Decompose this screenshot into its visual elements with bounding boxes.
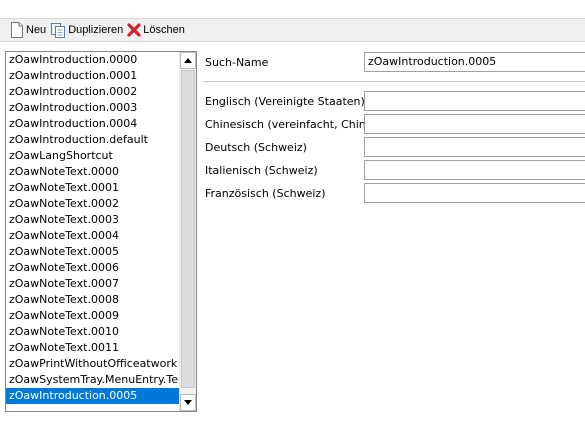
list-item[interactable]: zOawPrintWithoutOfficeatwork	[6, 356, 180, 372]
entry-listbox[interactable]: zOawIntroduction.0000 zOawIntroduction.00…	[5, 51, 197, 412]
vertical-scrollbar[interactable]	[179, 52, 196, 411]
list-item[interactable]: zOawNoteText.0011	[6, 340, 180, 356]
triangle-up-icon	[184, 58, 192, 63]
list-item[interactable]: zOawIntroduction.default	[6, 132, 180, 148]
list-item[interactable]: zOawNoteText.0005	[6, 244, 180, 260]
toolbar: Neu Duplizieren Löschen	[0, 18, 585, 42]
new-document-icon	[11, 22, 23, 38]
language-label-de-ch: Deutsch (Schweiz)	[205, 141, 307, 154]
list-item[interactable]: zOawIntroduction.0000	[6, 52, 180, 68]
duplicate-button-label: Duplizieren	[68, 24, 124, 36]
language-label-it-ch: Italienisch (Schweiz)	[205, 164, 318, 177]
list-item[interactable]: zOawNoteText.0004	[6, 228, 180, 244]
delete-button-label: Löschen	[143, 24, 185, 36]
list-item[interactable]: zOawIntroduction.0003	[6, 100, 180, 116]
search-name-label: Such-Name	[205, 56, 269, 69]
list-item[interactable]: zOawIntroduction.0004	[6, 116, 180, 132]
list-item[interactable]: zOawNoteText.0010	[6, 324, 180, 340]
scrollbar-thumb[interactable]	[181, 70, 195, 388]
language-field-en-us[interactable]	[364, 91, 585, 111]
delete-x-icon	[127, 23, 141, 37]
list-item[interactable]: zOawLangShortcut	[6, 148, 180, 164]
language-field-it-ch[interactable]	[364, 160, 585, 180]
language-field-fr-ch[interactable]	[364, 183, 585, 203]
list-item[interactable]: zOawNoteText.0006	[6, 260, 180, 276]
list-item[interactable]: zOawNoteText.0001	[6, 180, 180, 196]
list-item[interactable]: zOawNoteText.0002	[6, 196, 180, 212]
divider	[203, 81, 585, 82]
scroll-down-button[interactable]	[180, 394, 196, 411]
language-field-zh-cn[interactable]	[364, 114, 585, 134]
list-item[interactable]: zOawNoteText.0007	[6, 276, 180, 292]
delete-button[interactable]: Löschen	[127, 20, 185, 40]
scroll-up-button[interactable]	[180, 52, 196, 69]
entry-list: zOawIntroduction.0000 zOawIntroduction.00…	[6, 52, 180, 404]
language-label-zh-cn: Chinesisch (vereinfacht, China)	[205, 118, 377, 131]
list-item-selected[interactable]: zOawIntroduction.0005	[6, 388, 180, 404]
list-item[interactable]: zOawNoteText.0009	[6, 308, 180, 324]
language-label-en-us: Englisch (Vereinigte Staaten)	[205, 95, 365, 108]
search-name-field[interactable]: zOawIntroduction.0005	[364, 52, 585, 72]
language-label-fr-ch: Französisch (Schweiz)	[205, 187, 326, 200]
triangle-down-icon	[184, 400, 192, 405]
new-button-label: Neu	[26, 24, 47, 36]
new-button[interactable]: Neu	[10, 20, 46, 40]
list-item[interactable]: zOawIntroduction.0002	[6, 84, 180, 100]
list-item[interactable]: zOawNoteText.0008	[6, 292, 180, 308]
list-item[interactable]: zOawNoteText.0003	[6, 212, 180, 228]
language-field-de-ch[interactable]	[364, 137, 585, 157]
duplicate-button[interactable]: Duplizieren	[50, 20, 123, 40]
list-item[interactable]: zOawIntroduction.0001	[6, 68, 180, 84]
list-item[interactable]: zOawSystemTray.MenuEntry.Te...	[6, 372, 180, 388]
duplicate-icon	[51, 23, 66, 38]
list-item[interactable]: zOawNoteText.0000	[6, 164, 180, 180]
